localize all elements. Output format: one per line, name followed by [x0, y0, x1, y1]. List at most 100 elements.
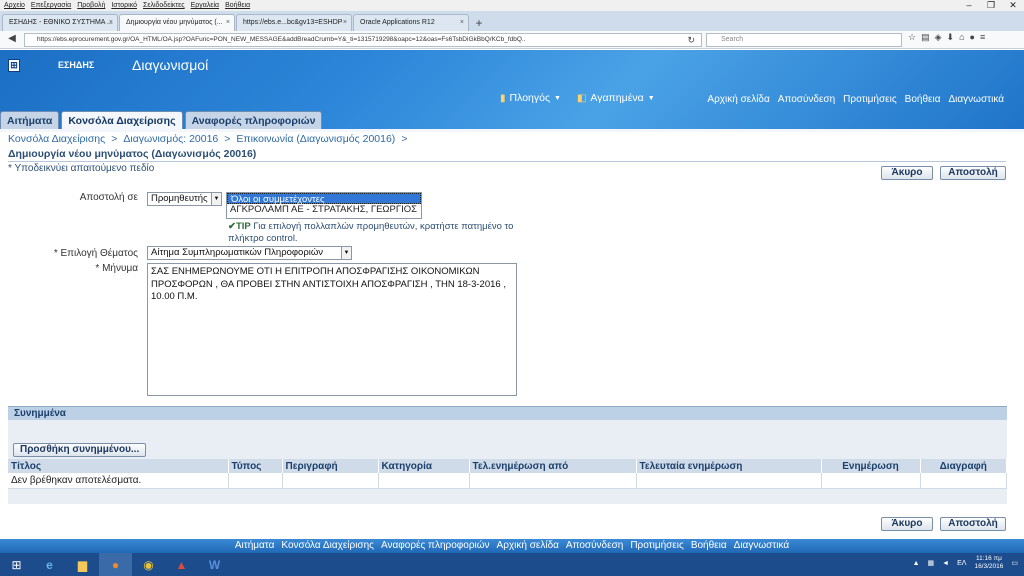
- col-updated-by[interactable]: Τελ.ενημέρωση από: [469, 459, 637, 473]
- menu-view[interactable]: Προβολή: [77, 0, 105, 11]
- reload-icon[interactable]: ↻: [687, 34, 695, 46]
- file-explorer-icon[interactable]: ▆: [66, 553, 99, 576]
- table-cell: [636, 473, 822, 489]
- close-tab-icon[interactable]: ×: [109, 15, 113, 31]
- maximize-icon[interactable]: ❐: [980, 0, 1002, 11]
- link-help[interactable]: Βοήθεια: [905, 94, 941, 105]
- footer-link-reports[interactable]: Αναφορές πληροφοριών: [381, 539, 490, 553]
- link-preferences[interactable]: Προτιμήσεις: [843, 94, 897, 105]
- language-indicator[interactable]: ΕΛ: [957, 560, 966, 567]
- bookmark-star-icon[interactable]: ☆: [908, 32, 916, 43]
- footer-link-preferences[interactable]: Προτιμήσεις: [630, 539, 684, 553]
- recipients-listbox[interactable]: Όλοι οι συμμετέχοντες ΑΓΚΡΟΛΑΜΠ ΑΕ - ΣΤΡ…: [226, 192, 422, 219]
- breadcrumb-tender[interactable]: Διαγωνισμός: 20016: [123, 133, 218, 145]
- navigator-icon: ▮: [500, 92, 506, 104]
- col-delete[interactable]: Διαγραφή: [920, 459, 1007, 473]
- send-button-bottom[interactable]: Αποστολή: [940, 517, 1006, 531]
- tab-admin-console[interactable]: Κονσόλα Διαχείρισης: [61, 111, 183, 130]
- footer-link-home[interactable]: Αρχική σελίδα: [497, 539, 559, 553]
- footer-link-help[interactable]: Βοήθεια: [691, 539, 727, 553]
- browser-tab[interactable]: ΕΣΗΔΗΣ - ΕΘΝΙΚΟ ΣΥΣΤΗΜΑ ... ×: [2, 14, 118, 31]
- send-button-top[interactable]: Αποστολή: [940, 166, 1006, 180]
- recipient-option[interactable]: ΑΓΚΡΟΛΑΜΠ ΑΕ - ΣΤΡΑΤΑΚΗΣ, ΓΕΩΡΓΙΟΣ: [227, 204, 421, 215]
- subject-label: * Επιλογή Θέματος: [53, 248, 138, 259]
- breadcrumb-communication[interactable]: Επικοινωνία (Διαγωνισμός 20016): [236, 133, 395, 145]
- chevron-down-icon: ▼: [211, 193, 221, 205]
- breadcrumb: Κονσόλα Διαχείρισης > Διαγωνισμός: 20016…: [8, 133, 407, 145]
- page-title: Δημιουργία νέου μηνύματος (Διαγωνισμός 2…: [8, 148, 1006, 162]
- chat-icon[interactable]: ●: [970, 32, 975, 43]
- subject-select[interactable]: Αίτημα Συμπληρωματικών Πληροφοριών ▼: [147, 246, 352, 260]
- send-to-select[interactable]: Προμηθευτής ▼: [147, 192, 222, 206]
- table-header-row: Τίτλος Τύπος Περιγραφή Κατηγορία Τελ.ενη…: [8, 459, 1007, 473]
- recipient-option-selected[interactable]: Όλοι οι συμμετέχοντες: [227, 193, 421, 205]
- word-icon[interactable]: W: [198, 553, 231, 576]
- search-input[interactable]: Search: [706, 33, 902, 47]
- internet-explorer-icon[interactable]: e: [33, 553, 66, 576]
- navigator-label: Πλοηγός: [509, 92, 551, 104]
- link-diagnostics[interactable]: Διαγνωστικά: [949, 94, 1005, 105]
- close-tab-icon[interactable]: ×: [343, 15, 347, 31]
- acrobat-icon[interactable]: ▲: [165, 553, 198, 576]
- add-attachment-button[interactable]: Προσθήκη συνημμένου...: [13, 443, 147, 457]
- home-icon[interactable]: ⌂: [959, 32, 964, 43]
- col-update[interactable]: Ενημέρωση: [821, 459, 921, 473]
- menu-file[interactable]: Αρχείο: [4, 0, 25, 11]
- reading-list-icon[interactable]: ▤: [921, 32, 930, 43]
- lock-icon[interactable]: ◈: [935, 32, 942, 43]
- tip-check-icon: ✔: [228, 221, 236, 232]
- message-textarea[interactable]: ΣΑΣ ΕΝΗΜΕΡΩΝΟΥΜΕ ΟΤΙ Η ΕΠΙΤΡΟΠΗ ΑΠΟΣΦΡΑΓ…: [147, 263, 517, 396]
- back-icon[interactable]: ◀: [4, 33, 20, 44]
- close-tab-icon[interactable]: ×: [460, 15, 464, 31]
- col-last-updated[interactable]: Τελευταία ενημέρωση: [636, 459, 822, 473]
- url-text: https://ebs.eprocurement.gov.gr/OA_HTML/…: [37, 36, 526, 43]
- tab-reports[interactable]: Αναφορές πληροφοριών: [184, 111, 323, 130]
- tray-arrow-icon[interactable]: ▲: [913, 560, 920, 567]
- new-tab-icon[interactable]: +: [470, 15, 488, 31]
- close-tab-icon[interactable]: ×: [226, 15, 230, 31]
- window-close-icon[interactable]: ✕: [1002, 0, 1024, 11]
- breadcrumb-separator: >: [224, 133, 231, 145]
- chrome-icon[interactable]: ◉: [132, 553, 165, 576]
- favorites-icon: ◧: [576, 92, 587, 104]
- footer-links: Αιτήματα Κονσόλα Διαχείρισης Αναφορές πλ…: [0, 539, 1024, 553]
- notifications-icon[interactable]: ▭: [1011, 559, 1018, 567]
- menu-bookmarks[interactable]: Σελιδοδείκτες: [143, 0, 185, 11]
- col-category[interactable]: Κατηγορία: [378, 459, 470, 473]
- col-title[interactable]: Τίτλος: [8, 459, 229, 473]
- col-description[interactable]: Περιγραφή: [282, 459, 379, 473]
- network-icon[interactable]: ▦: [928, 559, 935, 567]
- address-bar[interactable]: https://ebs.eprocurement.gov.gr/OA_HTML/…: [24, 33, 702, 47]
- link-logout[interactable]: Αποσύνδεση: [778, 94, 835, 105]
- navigator-menu[interactable]: ▮ Πλοηγός ▼: [500, 92, 561, 104]
- link-home[interactable]: Αρχική σελίδα: [707, 94, 769, 105]
- tab-underline: [0, 129, 1024, 132]
- firefox-icon[interactable]: ●: [99, 553, 132, 576]
- footer-link-diagnostics[interactable]: Διαγνωστικά: [734, 539, 790, 553]
- breadcrumb-admin-console[interactable]: Κονσόλα Διαχείρισης: [8, 133, 105, 145]
- cancel-button-bottom[interactable]: Άκυρο: [881, 517, 933, 531]
- start-button-icon[interactable]: ⊞: [0, 553, 33, 576]
- footer-link-requests[interactable]: Αιτήματα: [235, 539, 275, 553]
- browser-tab-active[interactable]: Δημιουργία νέου μηνύματος (... ×: [119, 14, 235, 31]
- menu-tools[interactable]: Εργαλεία: [191, 0, 219, 11]
- menu-edit[interactable]: Επεξεργασία: [31, 0, 71, 11]
- col-type[interactable]: Τύπος: [228, 459, 283, 473]
- footer-link-logout[interactable]: Αποσύνδεση: [566, 539, 623, 553]
- volume-icon[interactable]: ◄: [942, 560, 949, 567]
- footer-link-admin-console[interactable]: Κονσόλα Διαχείρισης: [281, 539, 374, 553]
- browser-tab[interactable]: Oracle Applications R12 ×: [353, 14, 469, 31]
- favorites-menu[interactable]: ◧ Αγαπημένα ▼: [577, 92, 655, 104]
- download-icon[interactable]: ⬇: [947, 32, 955, 43]
- browser-tab-label: ΕΣΗΔΗΣ - ΕΘΝΙΚΟ ΣΥΣΤΗΜΑ ...: [9, 19, 113, 26]
- cancel-button-top[interactable]: Άκυρο: [881, 166, 933, 180]
- menu-history[interactable]: Ιστορικό: [111, 0, 137, 11]
- browser-tab[interactable]: https://ebs.e...bc&gv13=ESHDP ×: [236, 14, 352, 31]
- menu-help[interactable]: Βοήθεια: [225, 0, 250, 11]
- table-cell: [378, 473, 470, 489]
- minimize-icon[interactable]: –: [958, 0, 980, 11]
- hamburger-menu-icon[interactable]: ≡: [980, 32, 985, 43]
- message-label: * Μήνυμα: [95, 263, 138, 274]
- tab-requests[interactable]: Αιτήματα: [0, 111, 60, 130]
- clock[interactable]: 11:16 πμ 16/3/2016: [974, 555, 1003, 571]
